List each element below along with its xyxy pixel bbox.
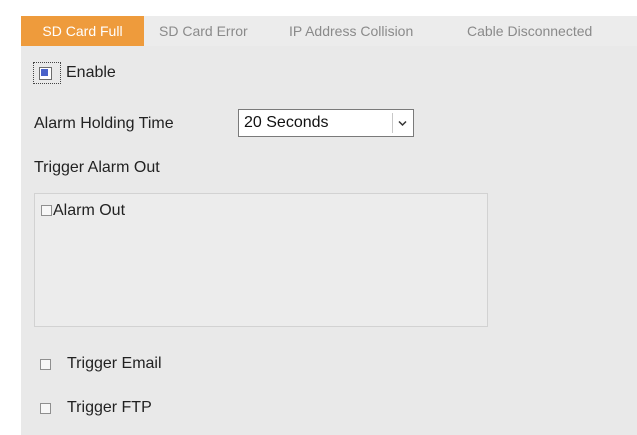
trigger-ftp-checkbox[interactable] [40, 403, 51, 414]
alarm-out-checkbox[interactable] [41, 205, 52, 216]
tab-bar: SD Card Full SD Card Error IP Address Co… [21, 16, 637, 46]
enable-checkbox[interactable] [39, 67, 52, 80]
tab-sd-card-error[interactable]: SD Card Error [159, 16, 248, 46]
alarm-holding-time-value: 20 Seconds [244, 114, 329, 131]
dropdown-button[interactable] [392, 113, 411, 133]
trigger-alarm-out-heading: Trigger Alarm Out [34, 159, 160, 176]
tab-cable-disconnected[interactable]: Cable Disconnected [467, 16, 592, 46]
alarm-holding-time-select[interactable]: 20 Seconds [238, 109, 414, 137]
alarm-out-label: Alarm Out [53, 202, 126, 219]
tab-ip-address-collision[interactable]: IP Address Collision [289, 16, 413, 46]
trigger-email-label: Trigger Email [67, 355, 162, 372]
alarm-settings-panel: SD Card Full SD Card Error IP Address Co… [21, 16, 637, 435]
alarm-holding-time-label: Alarm Holding Time [34, 115, 174, 132]
alarm-out-list: Alarm Out [34, 193, 488, 327]
tab-sd-card-full[interactable]: SD Card Full [21, 16, 144, 46]
trigger-email-checkbox[interactable] [40, 359, 51, 370]
trigger-ftp-label: Trigger FTP [67, 399, 152, 416]
enable-label: Enable [66, 64, 116, 81]
chevron-down-icon [397, 120, 407, 126]
